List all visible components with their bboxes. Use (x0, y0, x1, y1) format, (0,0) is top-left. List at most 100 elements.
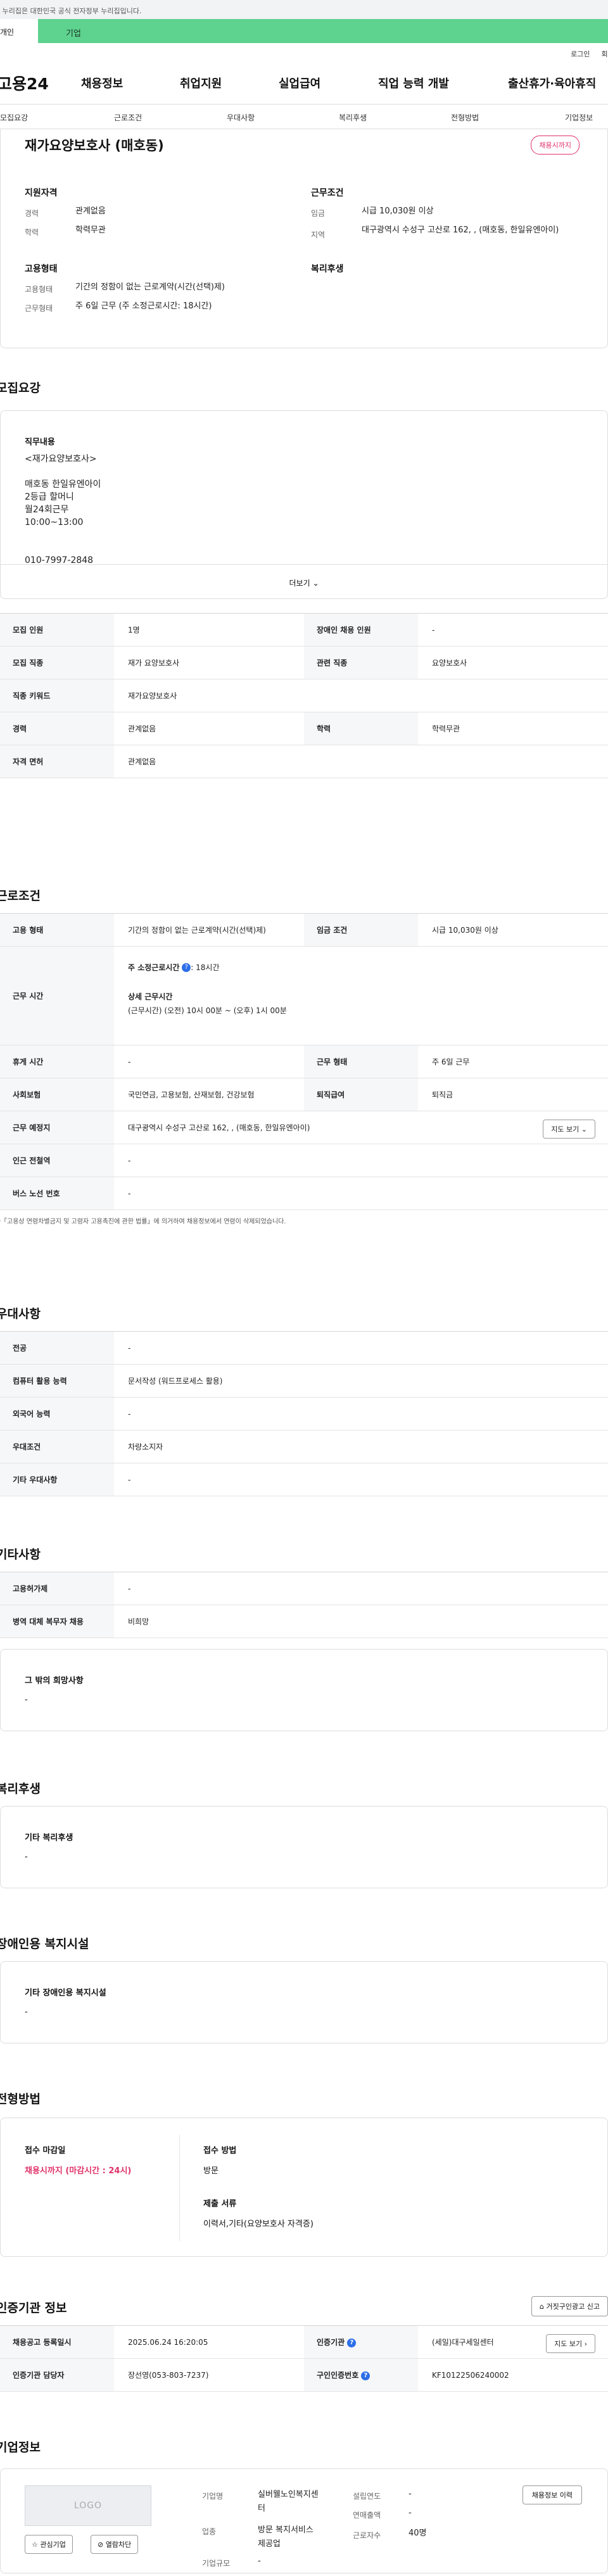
welfare-value: - (25, 1852, 28, 1862)
cond-emp-value: 기간의 정함이 없는 근로계약(시간(선택)제) (114, 913, 304, 947)
method-heading: 접수 방법 (203, 2146, 237, 2156)
agency-no-value: KF10122506240002 (418, 2358, 608, 2392)
summary-edu-value: 학력무관 (75, 225, 106, 235)
map-view-label: 지도 보기 (551, 1125, 580, 1133)
recruit-cell-label: 모집 직종 (0, 646, 114, 679)
cond-bus-label: 버스 노선 번호 (0, 1177, 114, 1210)
favorite-company-button[interactable]: ☆ 관심기업 (25, 2535, 73, 2554)
duty-line (25, 541, 101, 554)
agency-map-label: 지도 보기 (554, 2340, 583, 2348)
info-icon[interactable]: ? (361, 2371, 370, 2380)
anchor-tab-conditions[interactable]: 근로조건 (114, 112, 142, 123)
company-card: LOGO ☆ 관심기업 ⊘ 열람차단 기업명 실버웰노인복지센 터 업종 방문 복… (0, 2468, 608, 2573)
summary-career-label: 경력 (25, 209, 39, 218)
anchor-tab-company[interactable]: 기업정보 (565, 112, 593, 123)
gnb-item-jobs[interactable]: 채용정보 (81, 75, 123, 91)
welfare-heading: 기타 복리후생 (25, 1833, 73, 1843)
anchor-tab-prefer[interactable]: 우대사항 (227, 112, 255, 123)
duty-line: 매호동 한일유엔아이 (25, 479, 101, 489)
global-nav: 고용24 채용정보 취업지원 실업급여 직업 능력 개발 출산휴가·육아휴직 (0, 62, 608, 104)
agency-org-value: (세일)대구세일센터 (432, 2338, 494, 2347)
summary-wage-label: 임금 (311, 209, 326, 218)
recruit-cell-value: 관계없음 (114, 712, 304, 745)
company-industry-value: 방문 복지서비스 제공업 (258, 2523, 314, 2551)
block-icon: ⊘ (98, 2541, 104, 2549)
prefer-cell-value: - (114, 1331, 608, 1365)
duty-line (25, 529, 101, 541)
summary-emp-type-label: 고용형태 (25, 285, 53, 294)
recruit-cell-label: 경력 (0, 712, 114, 745)
job-history-button[interactable]: 채용정보 이력 (522, 2485, 582, 2504)
gnb-item-training[interactable]: 직업 능력 개발 (378, 75, 449, 91)
company-rev-label: 연매출액 (353, 2511, 381, 2520)
prefer-cell-value: 문서작성 (워드프로세스 활용) (114, 1364, 608, 1398)
recruit-cell-label: 관련 직종 (304, 646, 418, 679)
duty-line (25, 465, 101, 478)
welfare-section: 복리후생 기타 복리후생 - (0, 1779, 608, 1935)
agency-mgr-label: 인증기관 담당자 (0, 2358, 114, 2392)
favorite-company-label: 관심기업 (40, 2541, 66, 2549)
weekly-hours-label: 주 소정근로시간 (128, 963, 180, 972)
summary-qual-heading: 지원자격 (25, 188, 58, 198)
summary-emp-form-value: 주 6일 근무 (주 소정근로시간: 18시간) (75, 301, 212, 311)
recruit-cell-value: 관계없음 (114, 745, 608, 778)
selection-divider (179, 2135, 180, 2241)
anchor-tab-recruit[interactable]: 모집요강 (0, 112, 28, 123)
login-link[interactable]: 로그인 (571, 49, 590, 62)
prefer-section: 우대사항 전공 - 컴퓨터 활용 능력 문서작성 (워드프로세스 활용) 외국어 능력 -… (0, 1304, 608, 1545)
site-tabs: 개인 기업 (0, 19, 608, 43)
block-view-button[interactable]: ⊘ 열람차단 (91, 2535, 139, 2554)
cond-subway-value: - (114, 1144, 608, 1177)
anchor-tab-selection[interactable]: 전형방법 (451, 112, 479, 123)
cond-ins-value: 국민연금, 고용보험, 산재보험, 건강보험 (114, 1078, 304, 1111)
agency-table: 채용공고 등록일시 2025.06.24 16:20:05 인증기관 ? (세일… (0, 2325, 608, 2392)
company-logo: LOGO (25, 2485, 151, 2526)
gnb-item-benefit[interactable]: 실업급여 (279, 75, 320, 91)
signup-link[interactable]: 회원가입 (602, 49, 608, 62)
false-ad-report-label: 거짓구인광고 신고 (546, 2302, 600, 2311)
gnb-item-leave[interactable]: 출산휴가·육아휴직 (508, 75, 596, 91)
recruit-cell-label: 장애인 채용 인원 (304, 613, 418, 647)
cond-ins-label: 사회보험 (0, 1078, 114, 1111)
more-button[interactable]: 더보기 ⌄ (1, 564, 607, 599)
false-ad-report-button[interactable]: ⌂ 거짓구인광고 신고 (531, 2296, 608, 2316)
disability-section: 장애인용 복지시설 기타 장애인용 복지시설 - (0, 1935, 608, 2090)
info-icon[interactable]: ? (182, 963, 191, 972)
map-view-button[interactable]: 지도 보기 ⌄ (543, 1120, 595, 1139)
job-title: 재가요양보호사 (매호동) (25, 138, 164, 153)
prefer-cell-label: 우대조건 (0, 1430, 114, 1463)
gov-banner: 이 누리집은 대한민국 공식 전자정부 누리집입니다. (0, 0, 608, 19)
tab-corporate[interactable]: 기업 (38, 19, 608, 43)
prefer-cell-value: 차량소지자 (114, 1430, 608, 1463)
table-row: 우대조건 차량소지자 (0, 1430, 608, 1463)
cond-rest-label: 휴게 시간 (0, 1045, 114, 1078)
agency-org-label: 인증기관 ? (304, 2325, 418, 2359)
table-row: 컴퓨터 활용 능력 문서작성 (워드프로세스 활용) (0, 1364, 608, 1398)
summary-welfare-heading: 복리후생 (311, 264, 344, 274)
info-icon[interactable]: ? (347, 2338, 357, 2347)
summary-region-value: 대구광역시 수성구 고산로 162, , (매호동, 한일유엔아이) (362, 225, 559, 235)
anchor-tab-welfare[interactable]: 복리후생 (339, 112, 367, 123)
table-row: 경력 관계없음 학력 학력무관 (0, 712, 608, 745)
cond-place-label: 근무 예정지 (0, 1111, 114, 1144)
agency-mgr-value: 장선영(053-803-7237) (114, 2358, 304, 2392)
site-logo[interactable]: 고용24 (0, 72, 49, 94)
anchor-tabs: 모집요강 근로조건 우대사항 복리후생 전형방법 기업정보 (0, 104, 608, 129)
detail-hours-label: 상세 근무시간 (128, 992, 173, 1001)
gov-banner-text: 이 누리집은 대한민국 공식 전자정부 누리집입니다. (0, 7, 142, 15)
agency-no-label: 구인인증번호 ? (304, 2358, 418, 2392)
tab-personal[interactable]: 개인 (0, 19, 38, 43)
chevron-down-icon: ⌄ (312, 579, 319, 588)
recruit-cell-value: 재가 요양보호사 (114, 646, 304, 679)
conditions-title: 근로조건 (0, 889, 41, 903)
agency-map-button[interactable]: 지도 보기 › (546, 2334, 595, 2353)
duty-line: 월24회근무 (25, 505, 69, 515)
duty-heading: 직무내용 (25, 438, 55, 447)
gnb-item-support[interactable]: 취업지원 (180, 75, 222, 91)
cond-place-value: 대구광역시 수성구 고산로 162, , (매호동, 한일유엔아이) (128, 1123, 310, 1132)
home-icon: ⌂ (540, 2302, 545, 2311)
recruit-title: 모집요강 (0, 381, 41, 395)
prefer-title: 우대사항 (0, 1307, 41, 1321)
prefer-cell-label: 컴퓨터 활용 능력 (0, 1364, 114, 1398)
util-links: 로그인 회원가입 (0, 43, 608, 62)
